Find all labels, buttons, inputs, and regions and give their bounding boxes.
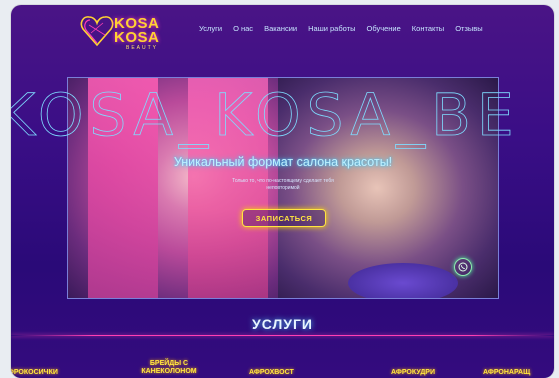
nav-item-about[interactable]: О нас: [233, 24, 253, 33]
logo-line-3: BEAUTY: [126, 45, 159, 51]
lips-shape: [348, 263, 458, 298]
nav-item-services[interactable]: Услуги: [199, 24, 222, 33]
section-divider: [11, 335, 554, 336]
site-header: KOSA KOSA BEAUTY Услуги О нас Вакансии Н…: [11, 5, 554, 53]
browser-window: KOSA KOSA BEAUTY Услуги О нас Вакансии Н…: [11, 5, 554, 378]
nav-item-training[interactable]: Обучение: [366, 24, 400, 33]
nav-item-reviews[interactable]: Отзывы: [455, 24, 482, 33]
heart-logo-icon: [80, 16, 114, 47]
whatsapp-icon: [458, 262, 468, 272]
hero-title: Уникальный формат салона красоты!: [173, 155, 393, 169]
outline-text: KOSA_KOSA_BE: [11, 83, 520, 149]
nav-item-works[interactable]: Наши работы: [308, 24, 355, 33]
logo[interactable]: KOSA KOSA BEAUTY: [79, 13, 169, 51]
nav-item-vacancies[interactable]: Вакансии: [264, 24, 297, 33]
service-item[interactable]: АФРОКОСИЧКИ: [11, 369, 58, 377]
nav-item-contacts[interactable]: Контакты: [412, 24, 444, 33]
service-item[interactable]: АФРОКУДРИ: [391, 369, 435, 377]
service-item[interactable]: АФРОНАРАЩ: [483, 369, 530, 377]
services-title: УСЛУГИ: [251, 316, 313, 332]
background-outline-text: KOSA_KOSA_BE: [11, 83, 520, 149]
whatsapp-button[interactable]: [454, 258, 472, 276]
service-item[interactable]: БРЕЙДЫ С КАНЕКОЛОНОМ: [124, 360, 214, 376]
main-nav: Услуги О нас Вакансии Наши работы Обучен…: [199, 24, 483, 33]
book-button[interactable]: ЗАПИСАТЬСЯ: [242, 209, 326, 227]
logo-line-2: KOSA: [114, 29, 160, 46]
service-item[interactable]: АФРОХВОСТ: [249, 369, 294, 377]
hero-subtitle: Только то, что по-настоящему сделает теб…: [232, 178, 334, 191]
